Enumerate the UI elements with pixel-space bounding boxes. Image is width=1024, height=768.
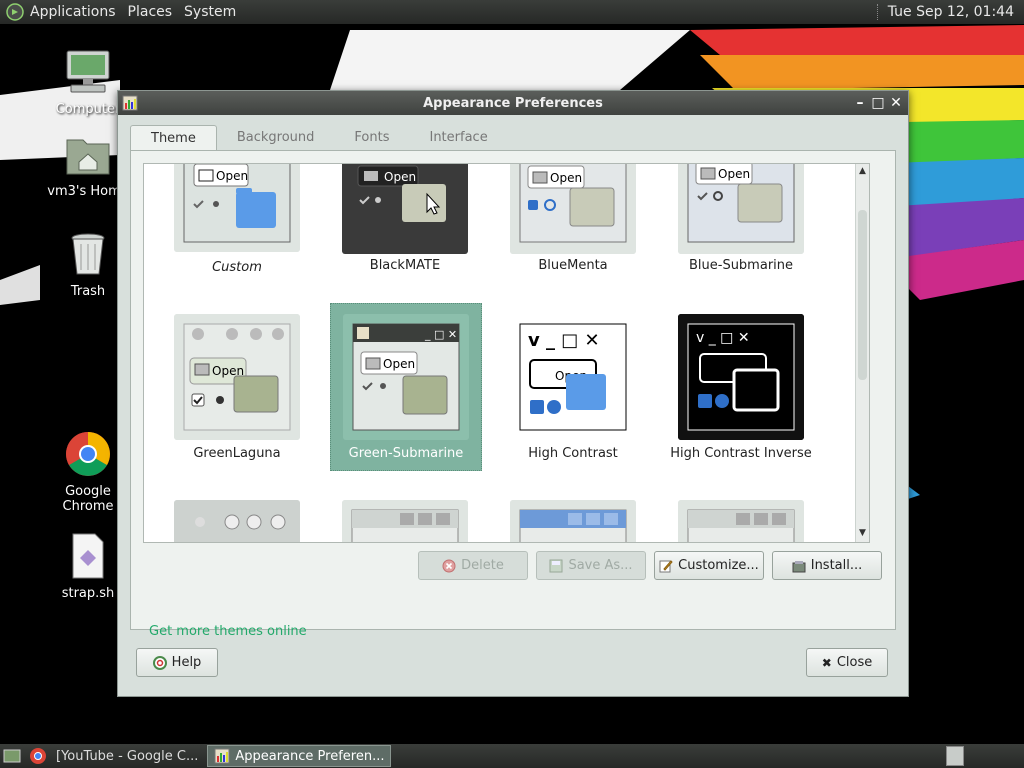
- menu-applications[interactable]: Applications: [30, 4, 116, 20]
- theme-list-scrollbar[interactable]: ▲ ▼: [855, 164, 869, 542]
- get-more-themes-link[interactable]: Get more themes online: [149, 624, 307, 639]
- theme-name: Custom: [212, 260, 262, 275]
- theme-name: High Contrast Inverse: [670, 446, 812, 461]
- theme-name: BlueMenta: [538, 258, 608, 273]
- svg-text:Open: Open: [384, 170, 416, 184]
- scroll-down-arrow-icon[interactable]: ▼: [856, 528, 869, 540]
- delete-label: Delete: [461, 558, 504, 573]
- workspace-switcher[interactable]: [946, 746, 964, 766]
- theme-high-contrast[interactable]: v _ □ ✕ Open High Contrast: [498, 304, 648, 470]
- maximize-button[interactable]: □: [870, 95, 886, 111]
- help-icon: [152, 655, 167, 670]
- theme-greenlaguna[interactable]: Open GreenLaguna: [162, 304, 312, 470]
- theme-row3-item[interactable]: [666, 494, 816, 542]
- scrollbar-thumb[interactable]: [858, 210, 867, 380]
- svg-text:_ □ ✕: _ □ ✕: [424, 328, 457, 341]
- theme-high-contrast-inverse[interactable]: v _ □ ✕ High Contrast Inverse: [666, 304, 816, 470]
- tab-interface[interactable]: Interface: [409, 125, 507, 151]
- theme-row3-item[interactable]: [330, 494, 480, 542]
- show-desktop-icon[interactable]: [3, 747, 21, 765]
- theme-preview: Open: [174, 164, 300, 252]
- theme-preview: v _ □ ✕: [678, 314, 804, 440]
- panel-separator: [876, 4, 880, 20]
- scroll-up-arrow-icon[interactable]: ▲: [856, 166, 869, 178]
- theme-preview: [510, 500, 636, 542]
- tab-fonts[interactable]: Fonts: [334, 125, 409, 151]
- theme-preview: _ □ ✕ Open: [343, 314, 469, 440]
- help-button[interactable]: Help: [136, 648, 218, 677]
- svg-text:Open: Open: [718, 167, 750, 181]
- window-titlebar[interactable]: Appearance Preferences – □ ✕: [118, 91, 908, 115]
- help-label: Help: [171, 655, 202, 670]
- theme-preview: [678, 500, 804, 542]
- theme-custom[interactable]: Open Custom: [162, 164, 312, 276]
- clock[interactable]: Tue Sep 12, 01:44: [888, 4, 1014, 20]
- trash-icon: [71, 233, 105, 275]
- theme-list[interactable]: Open Custom Open BlackMATE Open BlueMent…: [143, 163, 870, 543]
- taskbar-item-appearance[interactable]: Appearance Preferen...: [207, 745, 392, 767]
- theme-preview: [342, 500, 468, 542]
- close-label: Close: [836, 655, 873, 670]
- theme-bluementa[interactable]: Open BlueMenta: [498, 164, 648, 276]
- tab-bar: Theme Background Fonts Interface: [130, 125, 508, 151]
- window-close-button[interactable]: ✕: [888, 95, 904, 111]
- svg-text:Open: Open: [550, 171, 582, 185]
- theme-name: Blue-Submarine: [688, 258, 794, 273]
- close-icon: ✖: [821, 655, 832, 670]
- appearance-app-icon: [214, 748, 230, 764]
- svg-text:v _ □ ✕: v _ □ ✕: [696, 330, 750, 346]
- menu-system[interactable]: System: [184, 4, 236, 20]
- window-title: Appearance Preferences: [423, 95, 603, 111]
- theme-row3-item[interactable]: [162, 494, 312, 542]
- taskbar-youtube-label: [YouTube - Google C...: [56, 748, 199, 764]
- home-folder-icon: [66, 139, 110, 175]
- bottom-panel: [YouTube - Google C... Appearance Prefer…: [0, 744, 1024, 768]
- top-panel: Applications Places System Tue Sep 12, 0…: [0, 0, 1024, 24]
- menu-places[interactable]: Places: [128, 4, 173, 20]
- theme-tab-panel: Open Custom Open BlackMATE Open BlueMent…: [130, 150, 896, 639]
- clock-area: Tue Sep 12, 01:44: [876, 4, 1014, 20]
- save-as-label: Save As...: [568, 558, 633, 573]
- computer-icon: [66, 50, 110, 93]
- theme-preview: Open: [510, 164, 636, 254]
- theme-preview: v _ □ ✕ Open: [510, 314, 636, 440]
- theme-preview: Open: [174, 314, 300, 440]
- save-as-button[interactable]: Save As...: [536, 551, 646, 580]
- customize-icon: [659, 559, 673, 572]
- appearance-app-icon: [122, 95, 138, 111]
- customize-label: Customize...: [678, 558, 759, 573]
- theme-row3-item[interactable]: [498, 494, 648, 542]
- theme-blackmate[interactable]: Open BlackMATE: [330, 164, 480, 276]
- install-button[interactable]: Install...: [772, 551, 882, 580]
- tab-background[interactable]: Background: [217, 125, 335, 151]
- appearance-preferences-window: Appearance Preferences – □ ✕ Theme Backg…: [117, 90, 909, 697]
- theme-name: GreenLaguna: [193, 446, 281, 461]
- mate-logo-icon[interactable]: [6, 3, 24, 21]
- minimize-button[interactable]: –: [852, 95, 868, 111]
- close-button[interactable]: ✖ Close: [806, 648, 888, 677]
- delete-button[interactable]: Delete: [418, 551, 528, 580]
- theme-name: Green-Submarine: [348, 446, 464, 461]
- taskbar-appearance-label: Appearance Preferen...: [235, 748, 385, 764]
- install-package-icon: [792, 560, 806, 572]
- svg-text:Open: Open: [216, 169, 248, 183]
- theme-preview: [174, 500, 300, 542]
- svg-text:Open: Open: [383, 357, 415, 371]
- theme-name: BlackMATE: [369, 258, 441, 273]
- delete-icon: [442, 559, 456, 572]
- theme-green-submarine[interactable]: _ □ ✕ Open Green-Submarine: [330, 303, 482, 471]
- script-file-icon: [72, 533, 104, 579]
- theme-preview: Open: [342, 164, 468, 254]
- svg-text:v _ □ ✕: v _ □ ✕: [528, 330, 600, 351]
- theme-preview: Open: [678, 164, 804, 254]
- theme-name: High Contrast: [528, 446, 618, 461]
- install-label: Install...: [810, 558, 863, 573]
- theme-blue-submarine[interactable]: Open Blue-Submarine: [666, 164, 816, 276]
- tab-theme[interactable]: Theme: [130, 125, 217, 151]
- chrome-icon: [66, 432, 110, 476]
- customize-button[interactable]: Customize...: [654, 551, 764, 580]
- taskbar-item-youtube[interactable]: [YouTube - Google C...: [50, 746, 204, 766]
- chrome-launcher-icon[interactable]: [29, 747, 47, 765]
- save-icon: [549, 559, 563, 572]
